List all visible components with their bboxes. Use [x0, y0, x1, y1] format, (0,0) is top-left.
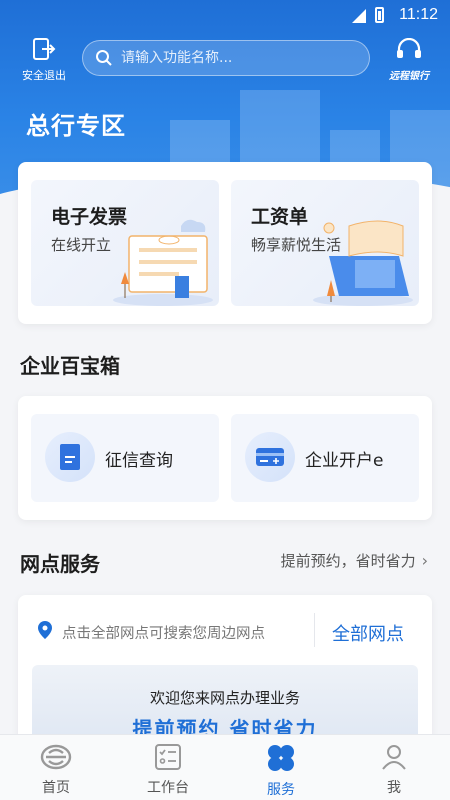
toolbox-card: 征信查询 企业开户e	[18, 396, 432, 520]
nav-workbench[interactable]: 工作台	[123, 743, 213, 797]
safe-exit-button[interactable]: 安全退出	[20, 38, 68, 83]
credit-inquiry-tile[interactable]: 征信查询	[31, 414, 219, 502]
location-pin-icon	[38, 621, 52, 639]
e-invoice-tile[interactable]: 电子发票 在线开立	[31, 180, 219, 306]
exit-icon	[33, 38, 56, 60]
headset-icon	[397, 37, 421, 58]
all-outlets-button[interactable]: 全部网点	[332, 620, 404, 646]
outlet-location-row: 点击全部网点可搜索您周边网点 全部网点	[18, 595, 432, 663]
card-add-icon	[245, 432, 295, 482]
remote-bank-button[interactable]: 远程银行	[386, 37, 432, 82]
search-icon	[96, 50, 112, 66]
payslip-illustration-icon	[313, 220, 413, 306]
bank-logo-icon	[40, 744, 72, 770]
nav-home-label: 首页	[42, 780, 70, 796]
account-opening-tile[interactable]: 企业开户e	[231, 414, 419, 502]
nav-me[interactable]: 我	[349, 743, 439, 797]
account-opening-label: 企业开户e	[305, 451, 384, 471]
credit-inquiry-label: 征信查询	[105, 451, 173, 471]
divider	[314, 613, 315, 647]
status-bar: 11:12	[0, 0, 450, 32]
nav-service[interactable]: 服务	[236, 743, 326, 799]
nav-workbench-label: 工作台	[147, 780, 189, 796]
feature-card: 电子发票 在线开立 工资单 畅享薪悦生活	[18, 162, 432, 324]
nav-service-label: 服务	[267, 782, 295, 798]
nav-home[interactable]: 首页	[11, 743, 101, 797]
battery-icon	[375, 7, 384, 23]
location-hint[interactable]: 点击全部网点可搜索您周边网点	[62, 622, 265, 643]
outlet-card: 点击全部网点可搜索您周边网点 全部网点 欢迎您来网点办理业务 提前预约 省时省力	[18, 595, 432, 745]
status-time: 11:12	[399, 6, 438, 23]
search-input[interactable]	[121, 50, 341, 66]
invoice-illustration-icon	[113, 219, 213, 306]
appointment-link[interactable]: 提前预约，省时省力 ›	[281, 550, 428, 571]
remote-bank-label: 远程银行	[389, 71, 429, 82]
outlet-title: 网点服务	[20, 552, 100, 576]
nav-me-label: 我	[387, 780, 401, 796]
safe-exit-label: 安全退出	[22, 69, 66, 82]
checklist-icon	[155, 744, 181, 770]
document-icon	[45, 432, 95, 482]
appointment-banner[interactable]: 欢迎您来网点办理业务 提前预约 省时省力	[32, 665, 418, 745]
payslip-tile[interactable]: 工资单 畅享薪悦生活	[231, 180, 419, 306]
appointment-link-label: 提前预约，省时省力	[280, 552, 416, 570]
person-icon	[382, 745, 406, 770]
top-bar: 安全退出 远程银行	[0, 36, 450, 82]
toolbox-title: 企业百宝箱	[20, 354, 120, 378]
bottom-nav: 首页 工作台 服务 我	[0, 734, 450, 800]
search-bar[interactable]	[82, 40, 370, 76]
signal-icon	[352, 9, 366, 23]
grid-flower-icon	[268, 745, 294, 771]
banner-welcome-text: 欢迎您来网点办理业务	[149, 689, 300, 707]
zone-title: 总行专区	[26, 112, 126, 140]
chevron-right-icon: ›	[421, 551, 428, 570]
